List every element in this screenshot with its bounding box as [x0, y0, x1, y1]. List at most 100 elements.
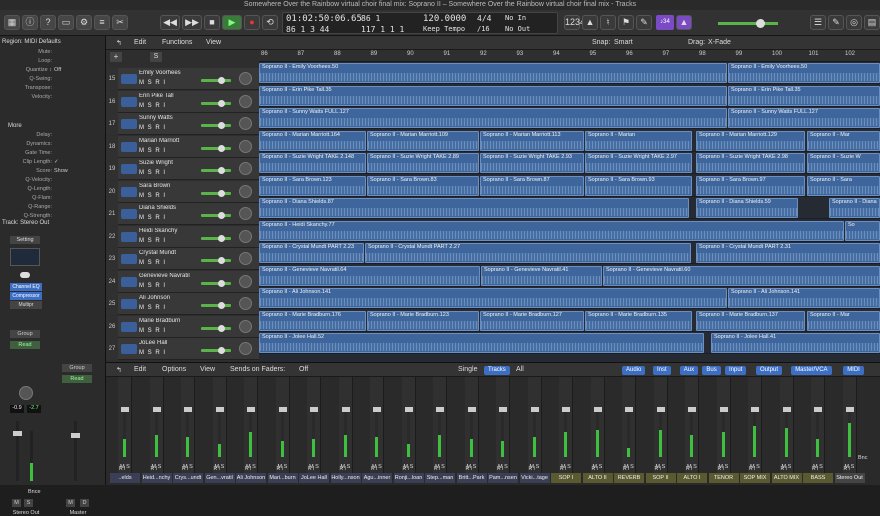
track-lane[interactable]: Soprano II - Erin Pike Tall.35 Soprano II… — [259, 85, 880, 107]
audio-region[interactable]: Soprano II - Emily Voorhees.50 — [259, 63, 727, 83]
audio-region[interactable]: Soprano II - Mar — [807, 310, 880, 331]
track-header[interactable]: 18 Marian Marriott M S R I — [106, 135, 259, 158]
lcd-display[interactable]: 01:02:50:06.65 86 1 3 44 86 1 117 1 1 1 … — [282, 12, 558, 34]
track-lane[interactable]: Soprano II - Ali Johnson.141 Soprano II -… — [259, 287, 880, 309]
strip-solo[interactable]: S — [630, 464, 634, 470]
strip-solo[interactable]: S — [567, 464, 571, 470]
strip-mute[interactable]: M — [372, 464, 377, 470]
track-msri-buttons[interactable]: M S R I — [139, 328, 166, 334]
group-slot-2[interactable]: Group — [62, 364, 92, 372]
track-volume-slider[interactable] — [201, 212, 231, 219]
track-msri-buttons[interactable]: M S R I — [139, 305, 166, 311]
audio-region[interactable]: Soprano II - Suzie Wright TAKE 2.98 — [696, 153, 805, 173]
strip-mute[interactable]: M — [498, 464, 503, 470]
tracks-functions-menu[interactable]: Functions — [162, 39, 192, 46]
channel-strip[interactable]: R I — [685, 377, 699, 474]
back-icon[interactable]: ↰ — [116, 39, 122, 47]
channel-strip-name[interactable]: Holly...nson — [330, 473, 361, 483]
channel-strip-name[interactable]: Mari...burn — [267, 473, 298, 483]
solo-button-stereo[interactable]: S — [24, 499, 33, 507]
strip-mute-solo[interactable]: M S — [782, 464, 792, 470]
track-name[interactable]: Crystal Mundt — [139, 250, 214, 256]
audio-region[interactable]: Soprano II - Marie Bradburn.135 — [585, 310, 692, 331]
stop-button[interactable]: ■ — [204, 15, 220, 30]
strip-mute-solo[interactable]: M S — [593, 464, 603, 470]
channel-strip[interactable]: R I — [212, 377, 227, 474]
strip-solo[interactable]: S — [221, 464, 225, 470]
strip-solo[interactable]: S — [693, 464, 697, 470]
list-editors-icon[interactable]: ☰ — [810, 15, 826, 30]
strip-solo[interactable]: S — [473, 464, 477, 470]
track-pan-knob[interactable] — [239, 162, 252, 175]
track-volume-slider[interactable] — [201, 234, 231, 242]
channel-strip[interactable]: R I — [653, 377, 668, 474]
track-pan-knob[interactable] — [239, 297, 252, 310]
strip-mute-solo[interactable]: M S — [435, 464, 445, 470]
inspector-row[interactable]: Q-Swing: — [2, 76, 102, 84]
strip-solo[interactable]: S — [441, 464, 445, 470]
mixer-filter-aux[interactable]: Aux — [679, 366, 699, 375]
link-icon[interactable] — [20, 272, 30, 278]
note-pad-icon[interactable]: ✎ — [828, 15, 844, 30]
strip-mute-solo[interactable]: M S — [813, 464, 823, 470]
channel-strip-name[interactable]: JoLee Hall — [299, 473, 329, 483]
mixer-filter-audio[interactable]: Audio — [622, 366, 646, 375]
channel-strip-name[interactable]: SOP MIX — [740, 473, 770, 483]
channel-strip[interactable]: R I — [590, 377, 605, 474]
audio-region[interactable]: Soprano II - Erin Pike Tall.35 — [259, 85, 727, 106]
strip-mute-solo[interactable]: M S — [152, 464, 162, 470]
inspector-more-row[interactable]: Q-Length: — [2, 186, 102, 194]
track-volume-slider[interactable] — [201, 77, 231, 84]
mixer-edit-menu[interactable]: Edit — [134, 366, 146, 373]
audio-region[interactable]: Soprano II - Marian Marriott.109 — [367, 130, 479, 151]
strip-solo[interactable]: S — [410, 464, 414, 470]
track-lane[interactable]: Soprano II - Genevieve Navratil.64 Sopran… — [259, 265, 880, 287]
track-pan-knob[interactable] — [239, 252, 252, 265]
channel-strip-name[interactable]: Heid...nchy — [141, 473, 172, 483]
automation-read-1[interactable]: Read — [10, 341, 40, 349]
channel-strip-name[interactable]: Step...man — [425, 473, 455, 483]
audio-region[interactable]: Soprano II - Marian Marriott.129 — [696, 130, 805, 151]
track-volume-slider[interactable] — [201, 347, 231, 354]
inspector-more-row[interactable]: Clip Length: ✓ — [2, 159, 102, 167]
strip-mute-solo[interactable]: M S — [845, 464, 855, 470]
strip-mute[interactable]: M — [467, 464, 472, 470]
automation-read-2[interactable]: Read — [62, 375, 92, 383]
smart-controls-icon[interactable]: ⚙ — [76, 15, 92, 30]
track-volume-slider[interactable] — [201, 99, 231, 107]
mute-button-stereo[interactable]: M — [12, 499, 21, 507]
strip-mute-solo[interactable]: M S — [687, 464, 697, 470]
track-name[interactable]: Heidi Skanchy — [139, 228, 214, 234]
channel-strip[interactable]: R I — [370, 377, 384, 474]
strip-mute[interactable]: M — [183, 464, 188, 470]
track-lane[interactable]: Soprano II - Sara Brown.123 Soprano II - … — [259, 175, 880, 197]
track-volume-slider[interactable] — [201, 302, 231, 309]
channel-strip[interactable]: R I — [149, 377, 164, 474]
strip-solo[interactable]: S — [252, 464, 256, 470]
audio-region[interactable]: Soprano II - Sara Brown.83 — [367, 175, 479, 196]
audio-region[interactable]: Soprano II - Marie Bradburn.127 — [480, 310, 584, 331]
track-msri-buttons[interactable]: M S R I — [139, 80, 166, 86]
strip-solo[interactable]: S — [536, 464, 540, 470]
strip-mute[interactable]: M — [120, 464, 125, 470]
track-volume-slider[interactable] — [201, 257, 231, 264]
track-header[interactable]: 15 Emily Voorhees M S R I — [106, 68, 259, 90]
strip-mute-solo[interactable]: M S — [372, 464, 382, 470]
strip-solo[interactable]: S — [158, 464, 162, 470]
strip-solo[interactable]: S — [189, 464, 193, 470]
channel-strip-name[interactable]: Pam...nsen — [488, 473, 518, 483]
track-name[interactable]: JoLee Hall — [139, 340, 214, 346]
audio-region[interactable]: Soprano II - Suzie Wright TAKE 2.148 — [259, 153, 366, 173]
audio-region[interactable]: Soprano II - Diana Shields.59 — [696, 198, 798, 218]
audio-region[interactable]: Soprano II - Ali Johnson.141 — [259, 288, 727, 308]
mode-single[interactable]: Single — [458, 366, 477, 373]
inspector-fader-track[interactable] — [13, 421, 22, 481]
library-icon[interactable]: ▦ — [4, 15, 20, 30]
strip-mute-solo[interactable]: M S — [624, 464, 634, 470]
mixer-icon[interactable]: ≡ — [94, 15, 110, 30]
track-pan-knob[interactable] — [239, 342, 252, 355]
channel-strip[interactable]: R I — [716, 377, 731, 474]
audio-region[interactable]: So — [845, 220, 880, 241]
record-button[interactable]: ● — [244, 15, 260, 30]
audio-region[interactable]: Soprano II - Crystal Mundt PART 2.31 — [696, 243, 880, 263]
